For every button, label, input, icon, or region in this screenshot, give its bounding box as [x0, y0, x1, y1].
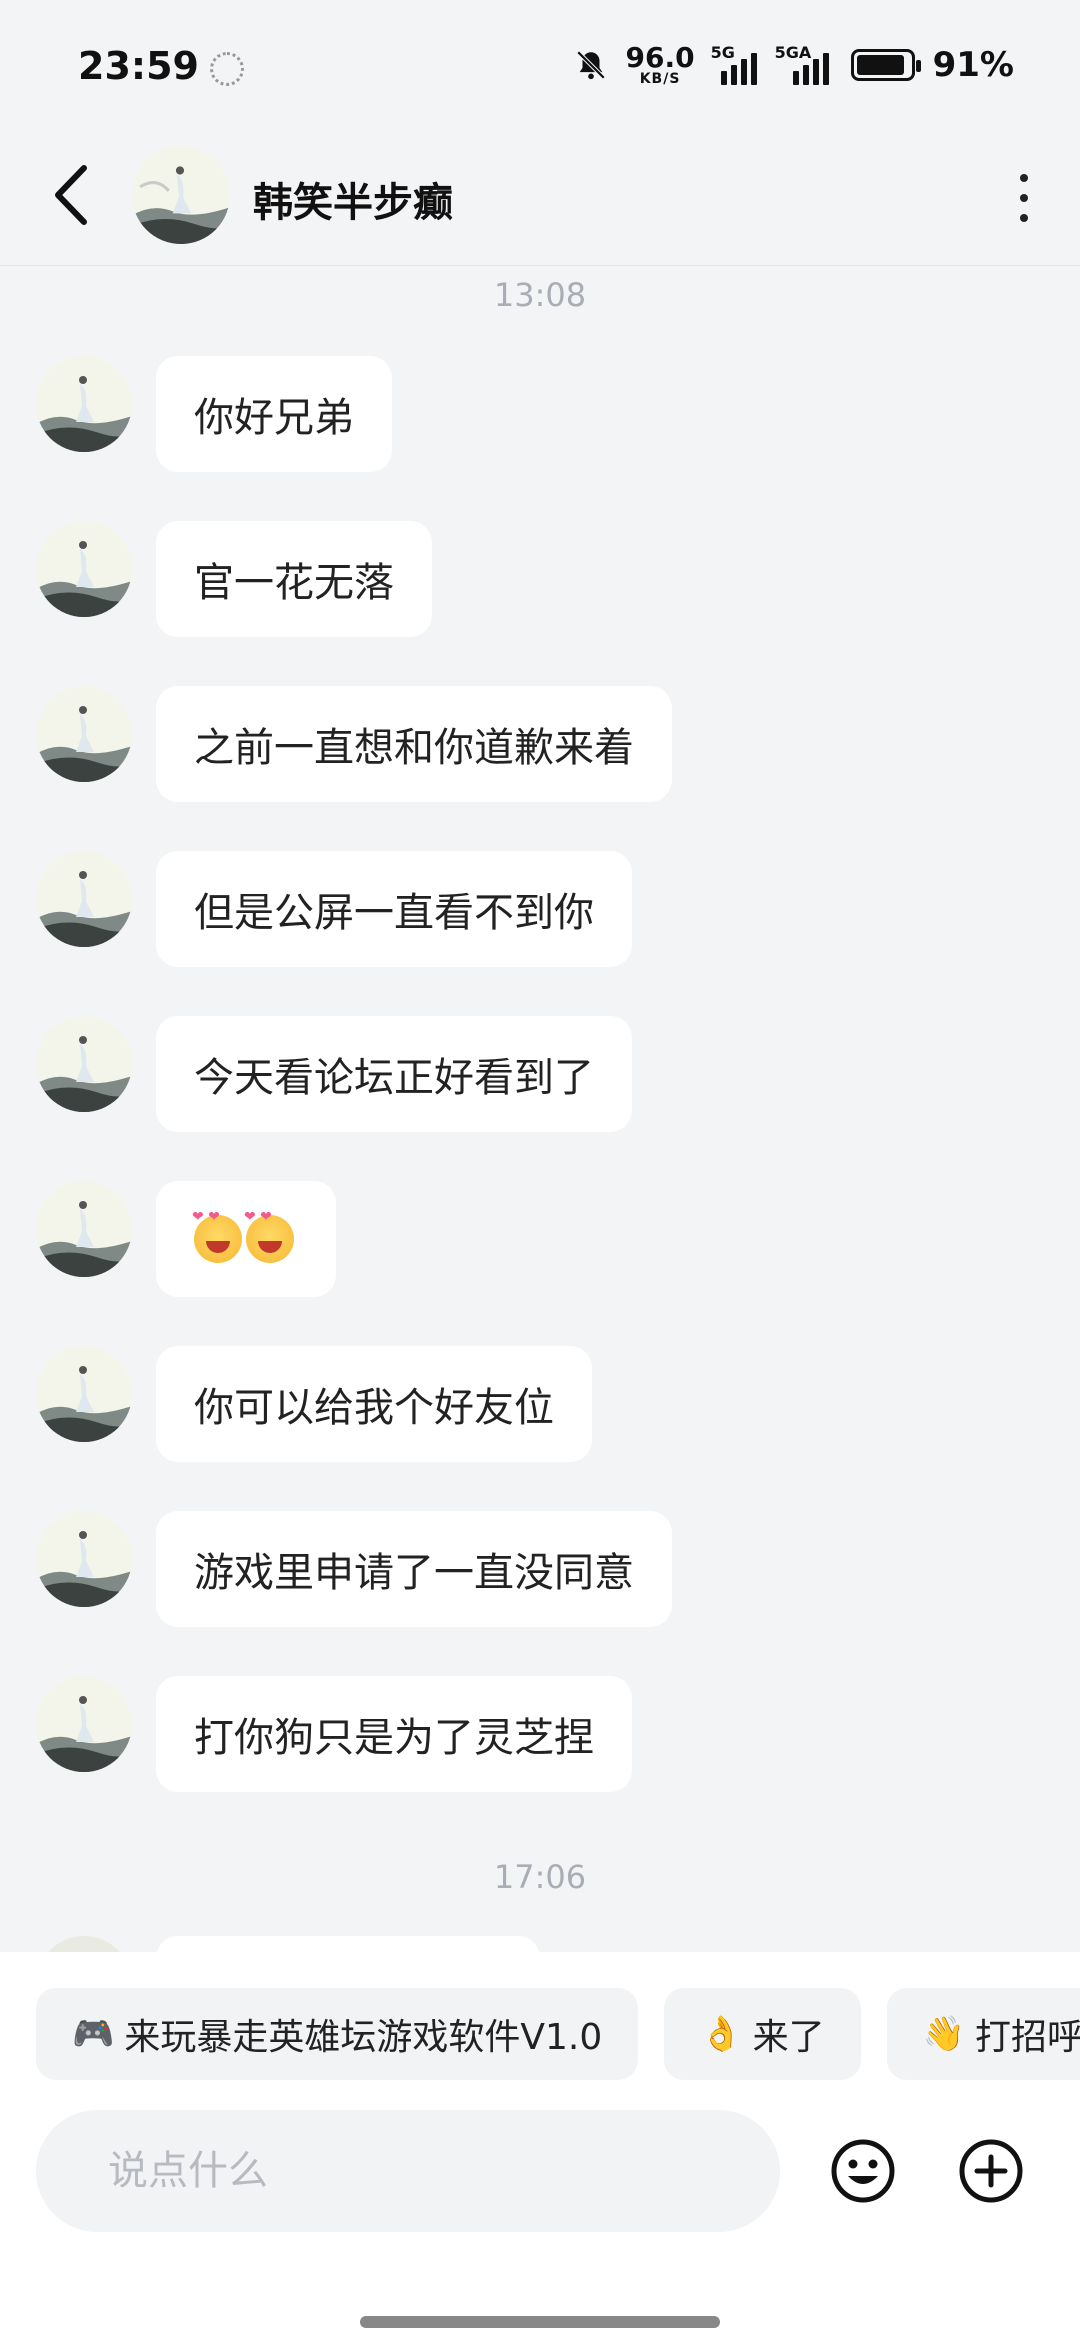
heart-eyes-emoji-icon — [192, 1209, 242, 1263]
composer-panel: 🎮 来玩暴走英雄坛游戏软件V1.0 👌 来了 👋 打招呼 — [0, 1952, 1080, 2352]
message-row: 你可以给我个好友位 — [36, 1346, 592, 1462]
more-options-button[interactable] — [1012, 168, 1036, 228]
emoji-button[interactable] — [830, 2138, 896, 2204]
network-speed: 96.0 KB/S — [625, 41, 695, 87]
sender-avatar[interactable] — [36, 521, 132, 617]
chat-screen: 23:59 96.0 KB/S 5G 5GA 91% 韩笑半步癫 13:08 你… — [0, 0, 1080, 2352]
sender-avatar[interactable] — [36, 686, 132, 782]
sender-avatar[interactable] — [36, 1511, 132, 1607]
message-row: 但是公屏一直看不到你 — [36, 851, 632, 967]
sender-avatar[interactable] — [36, 356, 132, 452]
contact-avatar[interactable] — [132, 146, 230, 244]
message-row: 之前一直想和你道歉来着 — [36, 686, 672, 802]
add-attachment-button[interactable] — [958, 2138, 1024, 2204]
message-row: 打你狗只是为了灵芝捏 — [36, 1676, 632, 1792]
signal-5ga-label: 5GA — [774, 43, 812, 62]
loading-icon — [210, 52, 244, 86]
signal-5g-label: 5G — [710, 43, 735, 62]
message-row: 你好兄弟 — [36, 356, 392, 472]
quick-reply-greet[interactable]: 👋 打招呼 — [886, 1988, 1080, 2080]
message-bubble-emoji[interactable] — [156, 1181, 336, 1297]
sender-avatar[interactable] — [36, 1346, 132, 1442]
dot-icon — [1020, 214, 1028, 222]
message-bubble[interactable]: 游戏里申请了一直没同意 — [156, 1511, 672, 1627]
network-speed-value: 96.0 — [625, 41, 695, 74]
dot-icon — [1020, 174, 1028, 182]
dot-icon — [1020, 194, 1028, 202]
message-bubble[interactable]: 你可以给我个好友位 — [156, 1346, 592, 1462]
quick-reply-coming[interactable]: 👌 来了 — [664, 1988, 861, 2080]
back-button[interactable] — [44, 160, 104, 230]
status-bar: 23:59 96.0 KB/S 5G 5GA 91% — [0, 0, 1080, 130]
status-time: 23:59 — [78, 44, 199, 88]
battery-icon — [850, 49, 921, 81]
message-row-partial — [36, 1936, 540, 1952]
heart-eyes-emoji-icon — [244, 1209, 294, 1263]
sender-avatar[interactable] — [36, 1676, 132, 1772]
message-bubble[interactable]: 打你狗只是为了灵芝捏 — [156, 1676, 632, 1792]
message-bubble[interactable]: 你好兄弟 — [156, 356, 392, 472]
signal-5g-icon: 5G — [710, 43, 759, 85]
quick-reply-game[interactable]: 🎮 来玩暴走英雄坛游戏软件V1.0 — [36, 1988, 639, 2080]
message-bubble[interactable]: 之前一直想和你道歉来着 — [156, 686, 672, 802]
quick-reply-label: 来了 — [752, 2017, 825, 2058]
message-bubble[interactable]: 官一花无落 — [156, 521, 432, 637]
battery-percent: 91% — [932, 45, 1014, 85]
message-row: 游戏里申请了一直没同意 — [36, 1511, 672, 1627]
quick-reply-label: 来玩暴走英雄坛游戏软件V1.0 — [124, 2017, 603, 2058]
message-list[interactable]: 13:08 你好兄弟 官一花无落 之前一直想和你道歉来着 但是公屏一直看不到你 — [0, 266, 1080, 1952]
home-indicator[interactable] — [360, 2316, 720, 2328]
network-speed-unit: KB/S — [639, 71, 681, 87]
message-bubble-partial[interactable] — [156, 1936, 540, 1952]
waving-hand-icon: 👋 — [922, 2014, 965, 2054]
ok-hand-icon: 👌 — [700, 2014, 743, 2054]
message-input[interactable] — [36, 2110, 780, 2232]
message-bubble[interactable]: 但是公屏一直看不到你 — [156, 851, 632, 967]
message-row: 今天看论坛正好看到了 — [36, 1016, 632, 1132]
game-controller-icon: 🎮 — [72, 2014, 115, 2054]
contact-name: 韩笑半步癫 — [253, 180, 453, 226]
sender-avatar[interactable] — [36, 851, 132, 947]
message-row — [36, 1181, 336, 1297]
status-indicators: 96.0 KB/S 5G 5GA 91% — [574, 41, 1014, 87]
quick-reply-label: 打招呼 — [974, 2017, 1080, 2058]
sender-avatar[interactable] — [36, 1016, 132, 1112]
message-bubble[interactable]: 今天看论坛正好看到了 — [156, 1016, 632, 1132]
signal-5ga-icon: 5GA — [774, 43, 833, 85]
sender-avatar[interactable] — [36, 1936, 132, 1952]
timestamp-separator: 17:06 — [493, 1858, 587, 1896]
message-input-container[interactable] — [36, 2110, 780, 2232]
battery-fill — [856, 55, 904, 75]
chat-header: 韩笑半步癫 — [0, 130, 1080, 266]
message-row: 官一花无落 — [36, 521, 432, 637]
timestamp-separator: 13:08 — [493, 276, 587, 314]
sender-avatar[interactable] — [36, 1181, 132, 1277]
bell-muted-icon — [576, 50, 605, 80]
quick-reply-row[interactable]: 🎮 来玩暴走英雄坛游戏软件V1.0 👌 来了 👋 打招呼 — [36, 1988, 1080, 2080]
